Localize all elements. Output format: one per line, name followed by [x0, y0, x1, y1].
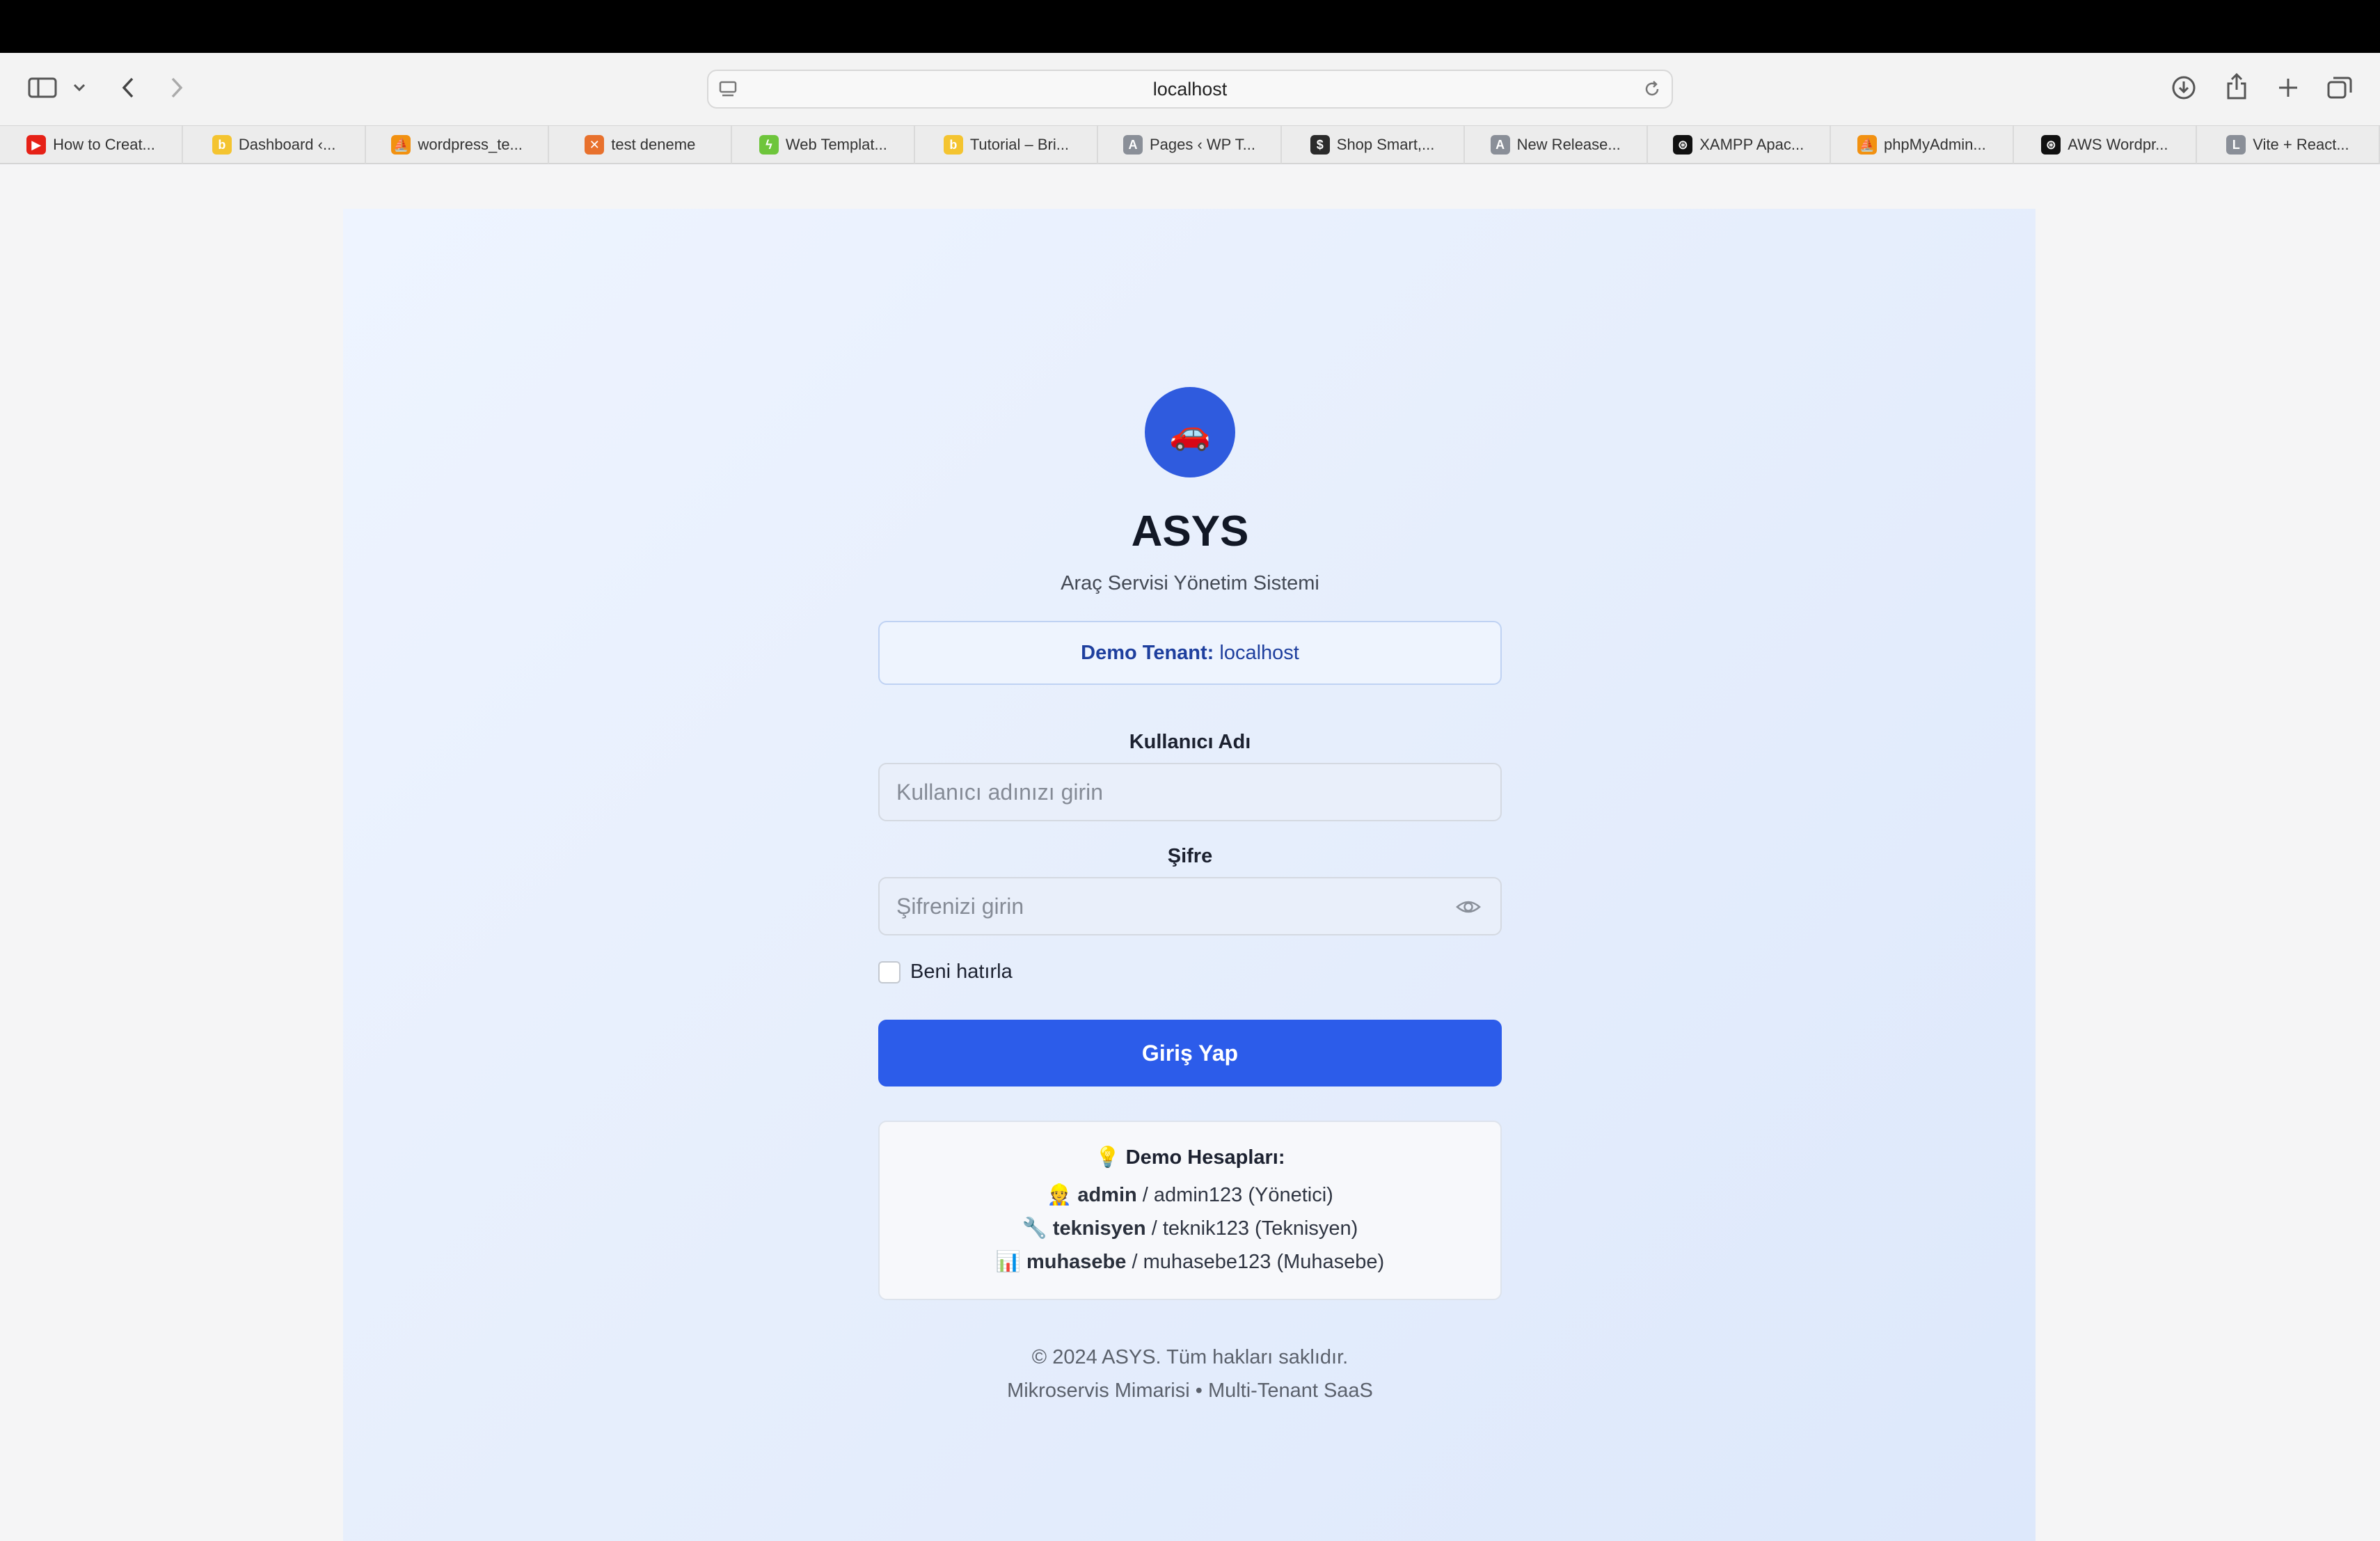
bookmark-label: phpMyAdmin...: [1883, 136, 1986, 153]
remember-checkbox[interactable]: [878, 961, 901, 983]
bookmark-label: Pages ‹ WP T...: [1149, 136, 1256, 153]
reload-icon[interactable]: [1642, 79, 1662, 102]
chart-icon: 📊: [995, 1251, 1021, 1273]
youtube-icon: ▶: [26, 135, 47, 155]
forward-icon[interactable]: [164, 74, 189, 102]
downloads-icon[interactable]: [2170, 74, 2198, 102]
phpmyadmin-icon: ⛵: [1857, 135, 1877, 155]
bookmark-item[interactable]: ⊛ AWS Wordpr...: [2014, 126, 2197, 164]
bookmark-item[interactable]: ⊛ XAMPP Apac...: [1648, 126, 1831, 164]
a-icon: A: [1490, 135, 1510, 155]
bookmark-item[interactable]: A Pages ‹ WP T...: [1098, 126, 1282, 164]
l-icon: L: [2226, 135, 2246, 155]
login-button[interactable]: Giriş Yap: [878, 1020, 1502, 1086]
envato-icon: ϟ: [759, 135, 779, 155]
tenant-label: Demo Tenant:: [1081, 641, 1214, 664]
remember-me: Beni hatırla: [878, 961, 1013, 983]
a-icon: A: [1122, 135, 1143, 155]
architecture-text: Mikroservis Mimarisi • Multi-Tenant SaaS: [1007, 1380, 1373, 1402]
demo-credentials: / admin123 (Yönetici): [1142, 1184, 1333, 1206]
show-password-icon[interactable]: [1454, 893, 1482, 924]
tenant-info: Demo Tenant: localhost: [878, 621, 1502, 685]
app-title: ASYS: [1131, 507, 1249, 555]
password-label: Şifre: [1167, 845, 1213, 867]
phpmyadmin-icon: ⛵: [391, 135, 411, 155]
bookmark-item[interactable]: ▶ How to Creat...: [0, 126, 184, 164]
demo-title: 💡 Demo Hesapları:: [880, 1146, 1500, 1169]
bookmark-label: How to Creat...: [53, 136, 155, 153]
password-input[interactable]: [878, 877, 1502, 935]
sidebar-toggle-icon[interactable]: [26, 74, 58, 102]
demo-account-row: 📊 muhasebe / muhasebe123 (Muhasebe): [880, 1250, 1500, 1274]
openai-icon: ⊛: [2041, 135, 2061, 155]
tenant-value: localhost: [1219, 641, 1299, 664]
bookmark-label: Tutorial – Bri...: [969, 136, 1070, 153]
bookmark-item[interactable]: ⛵ wordpress_te...: [366, 126, 550, 164]
bookmark-item[interactable]: b Dashboard ‹...: [183, 126, 367, 164]
bookmark-label: Shop Smart,...: [1336, 136, 1435, 153]
worker-icon: 👷: [1047, 1184, 1072, 1206]
chevron-down-icon[interactable]: [70, 78, 89, 97]
bookmark-label: wordpress_te...: [418, 136, 523, 153]
username-label: Kullanıcı Adı: [1129, 731, 1251, 753]
bookmark-item[interactable]: $ Shop Smart,...: [1282, 126, 1465, 164]
shop-icon: $: [1310, 135, 1330, 155]
username-input[interactable]: [878, 763, 1502, 821]
b-icon: b: [212, 135, 232, 155]
back-icon[interactable]: [116, 74, 141, 102]
demo-accounts-box: 💡 Demo Hesapları: 👷 admin / admin123 (Yö…: [878, 1121, 1502, 1300]
bookmark-item[interactable]: A New Release...: [1465, 126, 1648, 164]
url-text: localhost: [1152, 79, 1228, 100]
remember-label[interactable]: Beni hatırla: [910, 961, 1013, 983]
demo-username: admin: [1077, 1184, 1137, 1206]
bookmark-label: Web Templat...: [785, 136, 887, 153]
demo-username: muhasebe: [1026, 1251, 1127, 1273]
demo-account-row: 👷 admin / admin123 (Yönetici): [880, 1183, 1500, 1207]
xampp-icon: ✕: [585, 135, 605, 155]
b-icon: b: [943, 135, 963, 155]
bookmark-item[interactable]: ⛵ phpMyAdmin...: [1831, 126, 2014, 164]
demo-account-row: 🔧 teknisyen / teknik123 (Teknisyen): [880, 1217, 1500, 1240]
openai-icon: ⊛: [1673, 135, 1693, 155]
demo-credentials: / teknik123 (Teknisyen): [1151, 1217, 1358, 1240]
demo-credentials: / muhasebe123 (Muhasebe): [1132, 1251, 1385, 1273]
bookmark-label: test deneme: [611, 136, 696, 153]
browser-toolbar: localhost: [0, 53, 2380, 125]
address-bar[interactable]: localhost: [707, 70, 1673, 109]
car-icon: 🚗: [1169, 414, 1211, 452]
demo-username: teknisyen: [1052, 1217, 1146, 1240]
system-menu-bar: [0, 0, 2380, 53]
bookmark-label: Vite + React...: [2253, 136, 2349, 153]
bookmarks-bar: ▶ How to Creat... b Dashboard ‹... ⛵ wordpres…: [0, 125, 2380, 164]
bookmark-item[interactable]: b Tutorial – Bri...: [915, 126, 1099, 164]
copyright-text: © 2024 ASYS. Tüm hakları saklıdır.: [1031, 1346, 1349, 1368]
bookmark-item[interactable]: ϟ Web Templat...: [732, 126, 916, 164]
tab-overview-icon[interactable]: [2324, 74, 2355, 102]
app-logo: 🚗: [1145, 387, 1235, 477]
new-tab-icon[interactable]: [2274, 74, 2302, 102]
share-icon[interactable]: [2223, 71, 2251, 102]
wrench-icon: 🔧: [1022, 1217, 1047, 1240]
bookmark-label: New Release...: [1516, 136, 1621, 153]
app-subtitle: Araç Servisi Yönetim Sistemi: [1061, 572, 1319, 594]
bookmark-item[interactable]: L Vite + React...: [2197, 126, 2380, 164]
bookmark-label: XAMPP Apac...: [1699, 136, 1804, 153]
bookmark-label: Dashboard ‹...: [238, 136, 336, 153]
bookmark-label: AWS Wordpr...: [2068, 136, 2168, 153]
lightbulb-icon: 💡: [1095, 1146, 1120, 1169]
demo-title-text: Demo Hesapları:: [1125, 1146, 1285, 1169]
bookmark-item[interactable]: ✕ test deneme: [549, 126, 733, 164]
